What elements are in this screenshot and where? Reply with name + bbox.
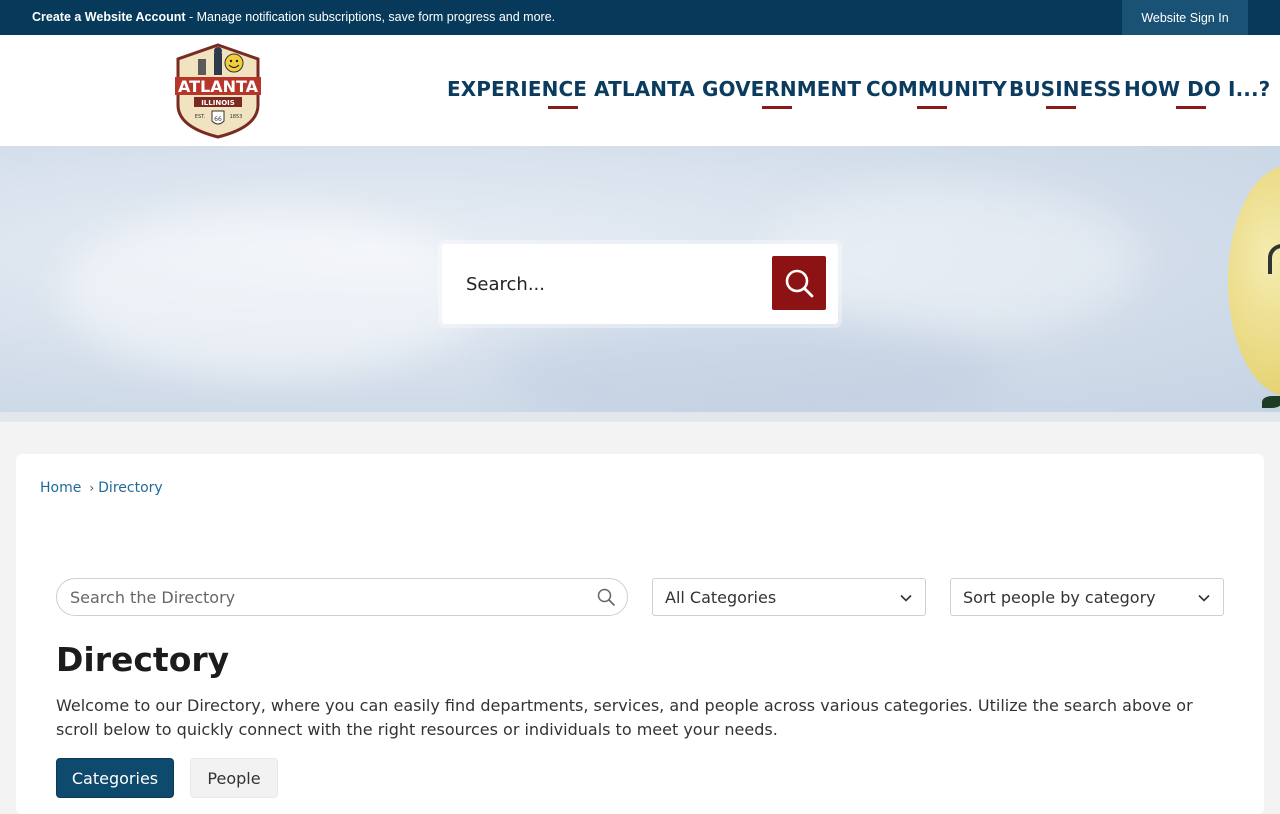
create-account-description: - Manage notification subscriptions, sav… — [185, 10, 556, 24]
hero-cloud — [60, 206, 480, 376]
site-header: ATLANTA ILLINOIS EST. 1853 66 EXPERIENCE… — [0, 35, 1280, 146]
logo-est: EST. — [195, 114, 206, 120]
nav-how-do-i[interactable]: HOW DO I...? — [1124, 77, 1270, 109]
leaf-decoration — [1262, 396, 1280, 408]
category-select-value: All Categories — [665, 588, 777, 607]
directory-search-input[interactable]: Search the Directory — [56, 578, 628, 616]
nav-experience-atlanta-label[interactable]: EXPERIENCE ATLANTA — [447, 77, 695, 101]
nav-underline — [548, 106, 578, 109]
breadcrumb-directory[interactable]: Directory — [98, 480, 163, 496]
nav-underline — [1176, 106, 1206, 109]
chevron-down-icon — [1198, 594, 1210, 602]
hero-bottom-strip — [0, 412, 1280, 422]
top-bar: Create a Website Account - Manage notifi… — [0, 0, 1280, 35]
nav-underline — [762, 106, 792, 109]
nav-business-label[interactable]: BUSINESS — [1009, 77, 1121, 101]
nav-underline — [917, 106, 947, 109]
website-sign-in-button[interactable]: Website Sign In — [1122, 0, 1248, 35]
people-tab-button[interactable]: People — [190, 758, 278, 798]
directory-card: Home › Directory Search the Directory All … — [16, 454, 1264, 814]
page-title: Directory — [56, 640, 230, 679]
breadcrumb-separator: › — [89, 481, 95, 495]
breadcrumb-home[interactable]: Home — [40, 480, 81, 496]
breadcrumb: Home › Directory — [40, 480, 163, 496]
search-icon — [785, 269, 814, 298]
nav-how-do-i-label[interactable]: HOW DO I...? — [1124, 77, 1270, 101]
nav-business[interactable]: BUSINESS — [1009, 77, 1121, 109]
nav-government[interactable]: GOVERNMENT — [702, 77, 861, 109]
svg-text:1853: 1853 — [230, 114, 243, 120]
site-search-input[interactable]: Search... — [466, 274, 545, 295]
sort-select-value: Sort people by category — [963, 588, 1156, 607]
sort-select[interactable]: Sort people by category — [950, 578, 1224, 616]
directory-search-placeholder: Search the Directory — [70, 588, 236, 607]
create-account-link[interactable]: Create a Website Account - Manage notifi… — [32, 10, 555, 24]
atlanta-logo[interactable]: ATLANTA ILLINOIS EST. 1853 66 — [172, 43, 264, 139]
site-search: Search... — [442, 244, 838, 324]
nav-underline — [1046, 106, 1076, 109]
categories-tab-button[interactable]: Categories — [56, 758, 174, 798]
logo-route: 66 — [214, 116, 222, 123]
nav-community-label[interactable]: COMMUNITY — [866, 77, 1007, 101]
nav-experience-atlanta[interactable]: EXPERIENCE ATLANTA — [447, 77, 695, 109]
site-search-button[interactable] — [772, 256, 826, 310]
category-select[interactable]: All Categories — [652, 578, 926, 616]
chevron-down-icon — [900, 594, 912, 602]
search-icon[interactable] — [597, 588, 615, 606]
logo-state: ILLINOIS — [201, 99, 235, 107]
nav-government-label[interactable]: GOVERNMENT — [702, 77, 861, 101]
hot-air-balloon-image — [1228, 166, 1280, 396]
logo-name: ATLANTA — [178, 77, 259, 96]
directory-intro-text: Welcome to our Directory, where you can … — [56, 696, 1193, 739]
nav-community[interactable]: COMMUNITY — [866, 77, 1007, 109]
create-account-label[interactable]: Create a Website Account — [32, 10, 186, 24]
